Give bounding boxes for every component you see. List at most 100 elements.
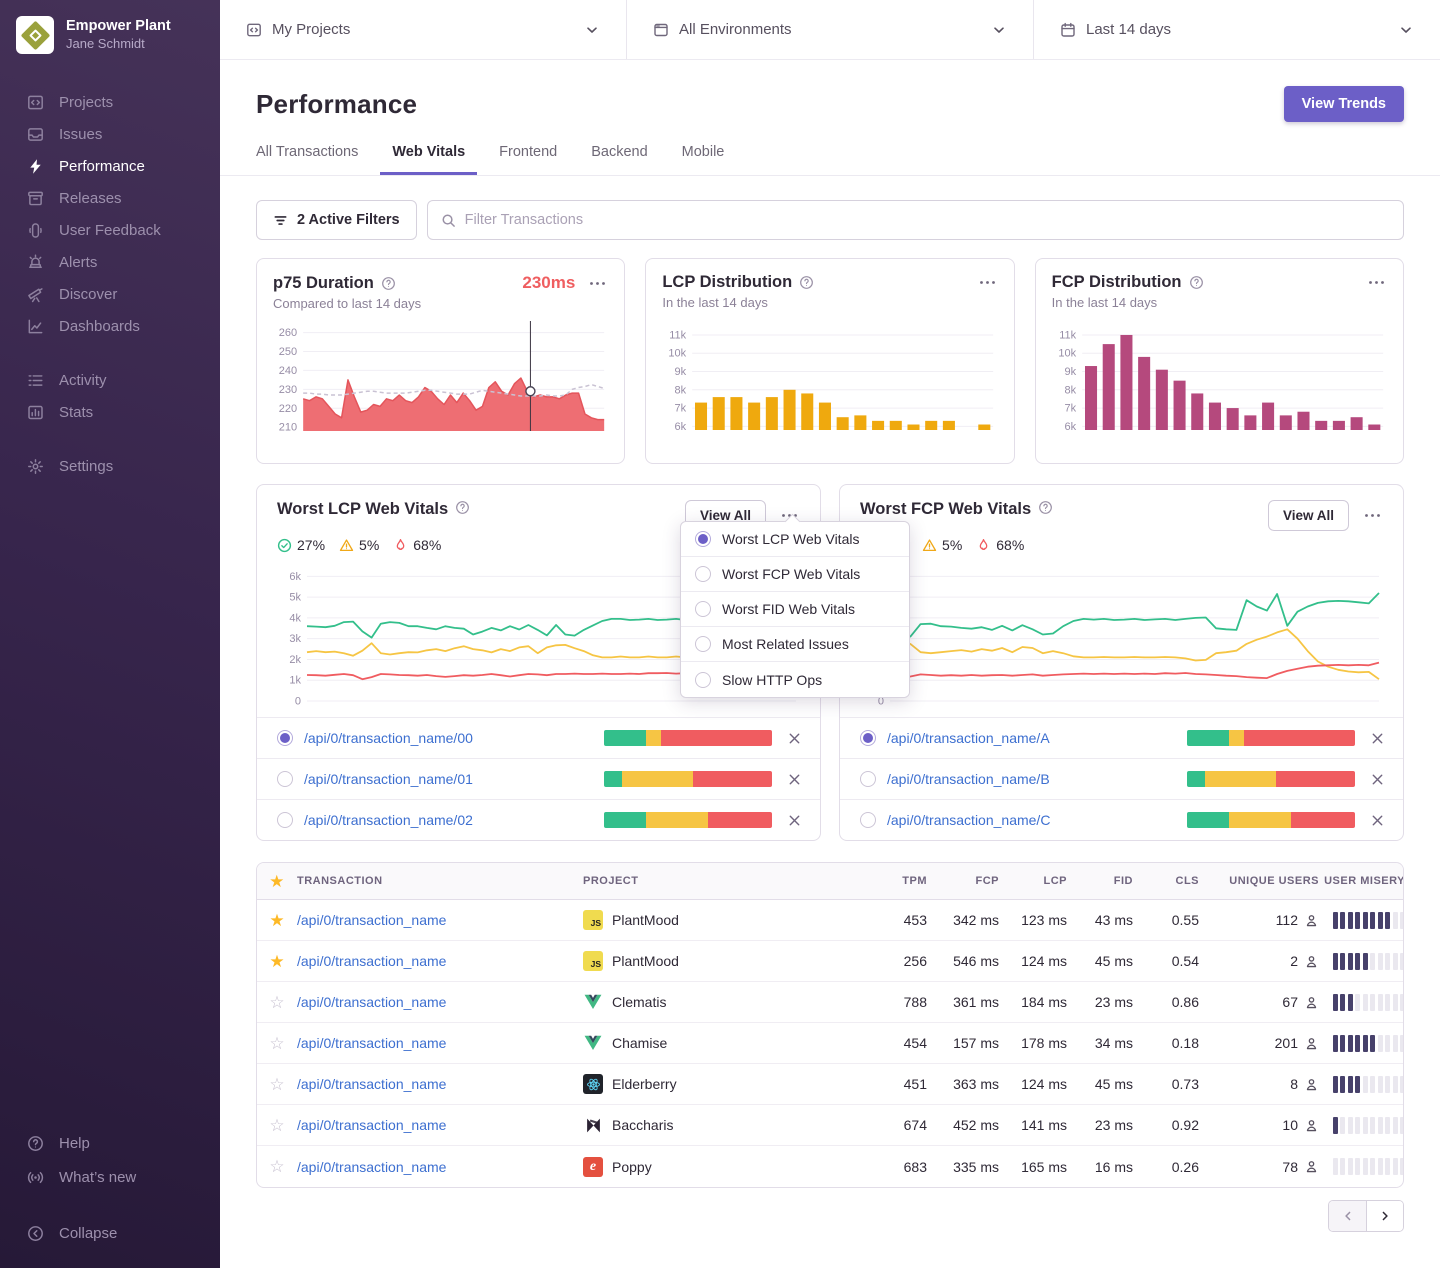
ellipsis-menu-icon[interactable] <box>977 278 998 287</box>
star-toggle[interactable]: ☆ <box>257 1076 297 1093</box>
selector-label: My Projects <box>272 21 574 38</box>
menu-item-label: Worst FCP Web Vitals <box>722 566 860 582</box>
close-icon[interactable] <box>787 772 802 787</box>
p75-current-value: 230ms <box>522 273 575 293</box>
sidebar-item-activity[interactable]: Activity <box>0 364 220 396</box>
sidebar-item-stats[interactable]: Stats <box>0 396 220 428</box>
transaction-link[interactable]: /api/0/transaction_name <box>297 1159 446 1175</box>
user-misery-bar <box>1319 1035 1404 1052</box>
table-row: ☆ /api/0/transaction_name e Poppy 683 33… <box>257 1146 1403 1187</box>
ellipsis-menu-icon[interactable] <box>1362 511 1383 520</box>
chevron-down-icon <box>1398 22 1414 38</box>
menu-item-radio <box>695 672 711 688</box>
sidebar-item-collapse[interactable]: Collapse <box>0 1216 220 1250</box>
search-input[interactable] <box>465 212 1390 228</box>
question-icon[interactable] <box>455 500 470 515</box>
menu-item[interactable]: Slow HTTP Ops <box>681 662 909 697</box>
transaction-link[interactable]: /api/0/transaction_name <box>297 953 446 969</box>
star-toggle[interactable]: ★ <box>257 953 297 970</box>
sidebar-item-user-feedback[interactable]: User Feedback <box>0 214 220 246</box>
pagination <box>256 1200 1404 1232</box>
date-range-selector[interactable]: Last 14 days <box>1034 0 1440 59</box>
transaction-link[interactable]: /api/0/transaction_name <box>297 994 446 1010</box>
question-icon[interactable] <box>381 276 396 291</box>
transaction-link[interactable]: /api/0/transaction_name/02 <box>304 812 473 828</box>
org-switcher[interactable]: Empower Plant Jane Schmidt <box>0 16 220 60</box>
column-header: USER MISERY <box>1319 875 1404 887</box>
projects-selector[interactable]: My Projects <box>220 0 627 59</box>
warning-triangle-icon <box>339 538 354 553</box>
transaction-link[interactable]: /api/0/transaction_name <box>297 1076 446 1092</box>
next-page-button[interactable] <box>1366 1201 1403 1231</box>
tab-frontend[interactable]: Frontend <box>487 144 569 175</box>
sidebar-item-issues[interactable]: Issues <box>0 118 220 150</box>
sidebar-item-help[interactable]: Help <box>0 1126 220 1160</box>
transaction-link[interactable]: /api/0/transaction_name <box>297 1117 446 1133</box>
sidebar-item-whats-new[interactable]: What’s new <box>0 1160 220 1194</box>
star-toggle[interactable]: ☆ <box>257 994 297 1011</box>
sidebar-item-performance[interactable]: Performance <box>0 150 220 182</box>
sidebar-item-discover[interactable]: Discover <box>0 278 220 310</box>
transaction-radio[interactable] <box>277 771 293 787</box>
menu-item[interactable]: Worst LCP Web Vitals <box>681 522 909 557</box>
tab-all-transactions[interactable]: All Transactions <box>244 144 370 175</box>
unique-users-value: 112 <box>1276 912 1298 928</box>
transaction-link[interactable]: /api/0/transaction_name/B <box>887 771 1050 787</box>
transaction-link[interactable]: /api/0/transaction_name <box>297 1035 446 1051</box>
view-trends-button[interactable]: View Trends <box>1284 86 1404 122</box>
tab-backend[interactable]: Backend <box>579 144 659 175</box>
transaction-link[interactable]: /api/0/transaction_name/A <box>887 730 1050 746</box>
star-toggle[interactable]: ☆ <box>257 1158 297 1175</box>
vue-icon <box>583 1033 603 1053</box>
star-toggle[interactable]: ☆ <box>257 1117 297 1134</box>
unique-users-value: 8 <box>1290 1076 1298 1092</box>
transaction-radio[interactable] <box>277 730 293 746</box>
transaction-link[interactable]: /api/0/transaction_name/01 <box>304 771 473 787</box>
close-icon[interactable] <box>1370 731 1385 746</box>
view-all-button[interactable]: View All <box>1268 500 1349 531</box>
transaction-radio[interactable] <box>860 730 876 746</box>
close-icon[interactable] <box>787 731 802 746</box>
tab-mobile[interactable]: Mobile <box>670 144 737 175</box>
environments-selector[interactable]: All Environments <box>627 0 1034 59</box>
close-icon[interactable] <box>787 813 802 828</box>
transaction-radio[interactable] <box>860 771 876 787</box>
sidebar-item-releases[interactable]: Releases <box>0 182 220 214</box>
lcp-value: 184 ms <box>999 994 1067 1010</box>
transaction-link[interactable]: /api/0/transaction_name <box>297 912 446 928</box>
star-toggle[interactable]: ★ <box>257 912 297 929</box>
sidebar-item-dashboards[interactable]: Dashboards <box>0 310 220 342</box>
react-icon <box>583 1074 603 1094</box>
previous-page-button[interactable] <box>1329 1201 1366 1231</box>
tab-web-vitals[interactable]: Web Vitals <box>380 144 477 175</box>
ellipsis-menu-icon[interactable] <box>587 279 608 288</box>
menu-item[interactable]: Most Related Issues <box>681 627 909 662</box>
active-filters-button[interactable]: 2 Active Filters <box>256 200 417 240</box>
sidebar-item-label: Collapse <box>59 1225 117 1242</box>
menu-item[interactable]: Worst FCP Web Vitals <box>681 557 909 592</box>
close-icon[interactable] <box>1370 772 1385 787</box>
poor-percentage: 68% <box>996 537 1024 553</box>
transaction-link[interactable]: /api/0/transaction_name/00 <box>304 730 473 746</box>
sidebar-item-settings[interactable]: Settings <box>0 450 220 482</box>
star-header-icon[interactable]: ★ <box>257 873 297 890</box>
question-icon[interactable] <box>799 275 814 290</box>
transaction-radio[interactable] <box>860 812 876 828</box>
question-icon[interactable] <box>1038 500 1053 515</box>
transaction-link[interactable]: /api/0/transaction_name/C <box>887 812 1050 828</box>
sidebar-item-projects[interactable]: Projects <box>0 86 220 118</box>
tpm-value: 256 <box>877 953 927 969</box>
menu-item-label: Worst LCP Web Vitals <box>722 531 859 547</box>
ellipsis-menu-icon[interactable] <box>1366 278 1387 287</box>
transaction-radio[interactable] <box>277 812 293 828</box>
menu-item[interactable]: Worst FID Web Vitals <box>681 592 909 627</box>
star-toggle[interactable]: ☆ <box>257 1035 297 1052</box>
collapse-icon <box>26 1224 44 1242</box>
table-row: ★ /api/0/transaction_name JS PlantMood 2… <box>257 941 1403 982</box>
lcp-value: 124 ms <box>999 953 1067 969</box>
discover-icon <box>26 285 44 303</box>
close-icon[interactable] <box>1370 813 1385 828</box>
sidebar-item-alerts[interactable]: Alerts <box>0 246 220 278</box>
question-icon[interactable] <box>1189 275 1204 290</box>
user-icon <box>1304 913 1319 928</box>
